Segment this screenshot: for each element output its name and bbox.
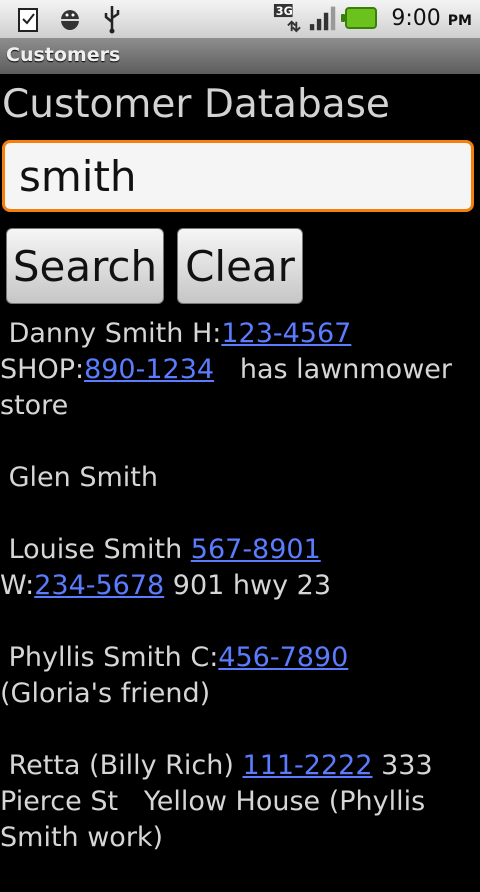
- clock: 9:00 PM: [391, 5, 472, 31]
- result-text: Glen Smith: [0, 462, 158, 493]
- result-text: (Gloria's friend): [0, 678, 211, 709]
- result-item: Phyllis Smith C:456-7890 (Gloria's frien…: [0, 640, 480, 712]
- result-text: W:: [0, 570, 35, 601]
- phone-link[interactable]: 456-7890: [218, 642, 348, 673]
- title-bar: Customers: [0, 38, 480, 74]
- android-debug-icon: [56, 3, 84, 35]
- result-text: Phyllis Smith C:: [0, 642, 219, 673]
- page-title: Customer Database: [2, 82, 390, 127]
- phone-link[interactable]: 890-1234: [84, 354, 214, 385]
- result-text: Louise Smith: [0, 534, 191, 565]
- result-text: SHOP:: [0, 354, 85, 385]
- phone-link[interactable]: 234-5678: [34, 570, 164, 601]
- phone-link[interactable]: 123-4567: [221, 318, 351, 349]
- search-button[interactable]: Search: [6, 228, 164, 304]
- result-item: Danny Smith H:123-4567 SHOP:890-1234 has…: [0, 316, 480, 424]
- result-item: Glen Smith: [0, 460, 480, 496]
- clear-button[interactable]: Clear: [177, 228, 303, 304]
- search-input[interactable]: [2, 140, 474, 212]
- phone-link[interactable]: 567-8901: [191, 534, 321, 565]
- result-text: Retta (Billy Rich): [0, 750, 243, 781]
- result-text: Danny Smith H:: [0, 318, 222, 349]
- clipboard-icon: [14, 3, 42, 35]
- phone-link[interactable]: 111-2222: [243, 750, 373, 781]
- result-item: Louise Smith 567-8901 W:234-5678 901 hwy…: [0, 532, 480, 604]
- status-bar: 3G 9:00 PM: [0, 0, 480, 38]
- usb-icon: [98, 3, 126, 35]
- result-text: 901 hwy 23: [164, 570, 332, 601]
- results-list: Danny Smith H:123-4567 SHOP:890-1234 has…: [0, 316, 480, 892]
- app-title: Customers: [6, 44, 121, 66]
- svg-text:3G: 3G: [276, 5, 293, 18]
- signal-icon: [309, 2, 337, 34]
- battery-icon: [341, 7, 378, 29]
- result-item: Retta (Billy Rich) 111-2222 333 Pierce S…: [0, 748, 480, 856]
- network-3g-icon: 3G: [273, 2, 302, 34]
